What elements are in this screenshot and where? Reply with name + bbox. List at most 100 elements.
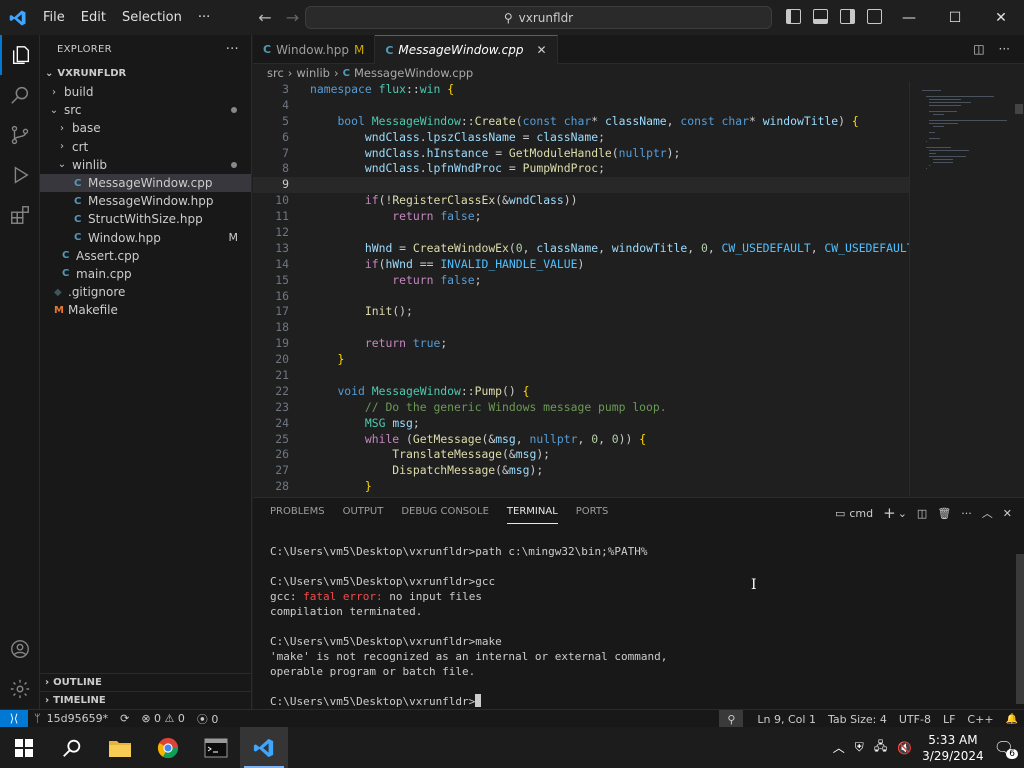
accounts-icon[interactable]	[0, 629, 40, 669]
vscode-taskbar-icon[interactable]	[240, 727, 288, 768]
tree-item-structwithsize-hpp[interactable]: C StructWithSize.hpp	[40, 210, 251, 228]
toggle-secondary-sidebar-icon[interactable]	[840, 9, 855, 24]
code-line[interactable]: 10 if(!RegisterClassEx(&wndClass))	[253, 193, 909, 209]
security-warning-icon[interactable]: ⛨	[855, 740, 864, 755]
chrome-icon[interactable]	[144, 727, 192, 768]
breadcrumb-winlib[interactable]: winlib	[296, 66, 330, 80]
terminal-output[interactable]: C:\Users\vm5\Desktop\vxrunfldr>path c:\m…	[270, 544, 1010, 709]
code-line[interactable]: 6 wndClass.lpszClassName = className;	[253, 130, 909, 146]
workspace-root-folder[interactable]: ⌄ VXRUNFLDR	[40, 63, 251, 83]
tree-item-assert-cpp[interactable]: C Assert.cpp	[40, 247, 251, 265]
tree-item-winlib[interactable]: ⌄ winlib	[40, 156, 251, 174]
code-line[interactable]: 15 return false;	[253, 273, 909, 289]
remote-indicator[interactable]: ⟩⟨	[0, 709, 28, 728]
breadcrumb-src[interactable]: src	[267, 66, 284, 80]
explorer-more-actions-button[interactable]: ···	[226, 42, 239, 57]
code-editor[interactable]: 3 namespace flux::win {4 5 bool MessageWin…	[253, 82, 909, 496]
menu-selection[interactable]: Selection	[114, 0, 190, 35]
close-tab-icon[interactable]: ✕	[536, 43, 546, 57]
terminal-scrollbar[interactable]	[1016, 554, 1024, 704]
breadcrumb-file[interactable]: MessageWindow.cpp	[354, 66, 473, 80]
terminal-shell-name[interactable]: cmd	[849, 507, 873, 520]
clock[interactable]: 5:33 AM 3/29/2024	[922, 732, 984, 764]
source-control-icon[interactable]	[0, 115, 40, 155]
code-line[interactable]: 7 wndClass.hInstance = GetModuleHandle(n…	[253, 146, 909, 162]
show-hidden-icons-button[interactable]: ︿	[833, 739, 845, 756]
code-line[interactable]: 28 }	[253, 479, 909, 495]
tree-item-main-cpp[interactable]: Cmain.cpp	[40, 265, 251, 283]
customize-layout-icon[interactable]	[867, 9, 882, 24]
tab-messagewindow-cpp[interactable]: C MessageWindow.cpp ✕	[375, 35, 558, 64]
code-line[interactable]: 5 bool MessageWindow::Create(const char*…	[253, 114, 909, 130]
code-line[interactable]: 4	[253, 98, 909, 114]
terminal-app-icon[interactable]	[192, 727, 240, 768]
code-line[interactable]: 26 TranslateMessage(&msg);	[253, 447, 909, 463]
start-button[interactable]	[0, 727, 48, 768]
encoding[interactable]: UTF-8	[893, 713, 937, 726]
forward-arrow-icon[interactable]: →	[286, 8, 299, 27]
minimap[interactable]	[909, 82, 1013, 496]
tree-item-src[interactable]: ⌄ src	[40, 101, 251, 119]
toggle-primary-sidebar-icon[interactable]	[786, 9, 801, 24]
zoom-icon[interactable]: ⚲	[719, 710, 744, 728]
menu-file[interactable]: File	[35, 0, 73, 35]
notifications-bell-icon[interactable]: 🔔	[1000, 714, 1024, 725]
tab-window-hpp[interactable]: C Window.hpp M	[253, 35, 376, 64]
code-line[interactable]: 17 Init();	[253, 304, 909, 320]
outline-section[interactable]: › OUTLINE	[40, 673, 252, 691]
maximize-button[interactable]: ☐	[932, 0, 978, 35]
run-and-debug-icon[interactable]	[0, 155, 40, 195]
editor-scrollbar[interactable]	[1013, 82, 1024, 496]
tree-item-messagewindow-cpp[interactable]: C MessageWindow.cpp	[40, 173, 251, 193]
end-of-line[interactable]: LF	[937, 713, 961, 726]
code-line[interactable]: 8 wndClass.lpfnWndProc = PumpWndProc;	[253, 161, 909, 177]
tab-size[interactable]: Tab Size: 4	[822, 713, 893, 726]
network-icon[interactable]: 🖧	[874, 737, 887, 758]
notification-center-icon[interactable]: 🗨 6	[994, 738, 1018, 759]
code-line[interactable]: 27 DispatchMessage(&msg);	[253, 463, 909, 479]
tab-output[interactable]: OUTPUT	[334, 498, 393, 526]
minimize-button[interactable]: —	[886, 0, 932, 35]
more-actions-icon[interactable]: ···	[999, 42, 1010, 56]
tab-terminal[interactable]: TERMINAL	[498, 498, 567, 526]
timeline-section[interactable]: › TIMELINE	[40, 691, 252, 709]
explorer-icon[interactable]	[0, 35, 40, 75]
tab-debug-console[interactable]: DEBUG CONSOLE	[392, 498, 498, 526]
close-window-button[interactable]: ✕	[978, 0, 1024, 35]
code-line[interactable]: 3 namespace flux::win {	[253, 82, 909, 98]
menu-more[interactable]: ···	[190, 0, 218, 35]
tree-item-base[interactable]: › base	[40, 119, 251, 137]
code-line[interactable]: 18	[253, 320, 909, 336]
code-line[interactable]: 22 void MessageWindow::Pump() {	[253, 384, 909, 400]
code-line[interactable]: 21	[253, 368, 909, 384]
code-line[interactable]: 16	[253, 289, 909, 305]
trash-icon[interactable]: 🗑	[937, 507, 951, 520]
code-line[interactable]: 20 }	[253, 352, 909, 368]
taskbar-search-icon[interactable]	[48, 727, 96, 768]
code-line[interactable]: 24 MSG msg;	[253, 416, 909, 432]
problems-counter[interactable]: ⊗ 0 ⚠ 0	[135, 712, 191, 725]
split-editor-icon[interactable]: ◫	[973, 42, 984, 56]
new-terminal-plus-icon[interactable]: +	[883, 504, 896, 522]
language-mode[interactable]: C++	[961, 713, 999, 726]
code-line[interactable]: 23 // Do the generic Windows message pum…	[253, 400, 909, 416]
tab-ports[interactable]: PORTS	[567, 498, 618, 526]
code-line[interactable]: 29 }	[253, 495, 909, 496]
close-panel-icon[interactable]: ✕	[1003, 507, 1012, 520]
code-line[interactable]: 11 return false;	[253, 209, 909, 225]
ports-counter[interactable]: ⦿ 0	[191, 711, 225, 727]
tree-item-build[interactable]: › build	[40, 83, 251, 101]
maximize-panel-icon[interactable]: ︿	[982, 505, 993, 521]
code-line[interactable]: 9	[253, 177, 909, 194]
split-terminal-icon[interactable]: ◫	[917, 507, 927, 520]
manage-gear-icon[interactable]	[0, 669, 40, 709]
scrollbar-thumb[interactable]	[1015, 104, 1023, 114]
code-line[interactable]: 25 while (GetMessage(&msg, nullptr, 0, 0…	[253, 432, 909, 448]
tree-item-messagewindow-hpp[interactable]: C MessageWindow.hpp	[40, 192, 251, 210]
sync-icon[interactable]: ⟳	[114, 712, 135, 725]
search-view-icon[interactable]	[0, 75, 40, 115]
cursor-position[interactable]: Ln 9, Col 1	[751, 713, 822, 726]
back-arrow-icon[interactable]: ←	[258, 8, 271, 27]
tree-item-gitignore[interactable]: ◆ .gitignore	[40, 283, 251, 301]
code-line[interactable]: 14 if(hWnd == INVALID_HANDLE_VALUE)	[253, 257, 909, 273]
